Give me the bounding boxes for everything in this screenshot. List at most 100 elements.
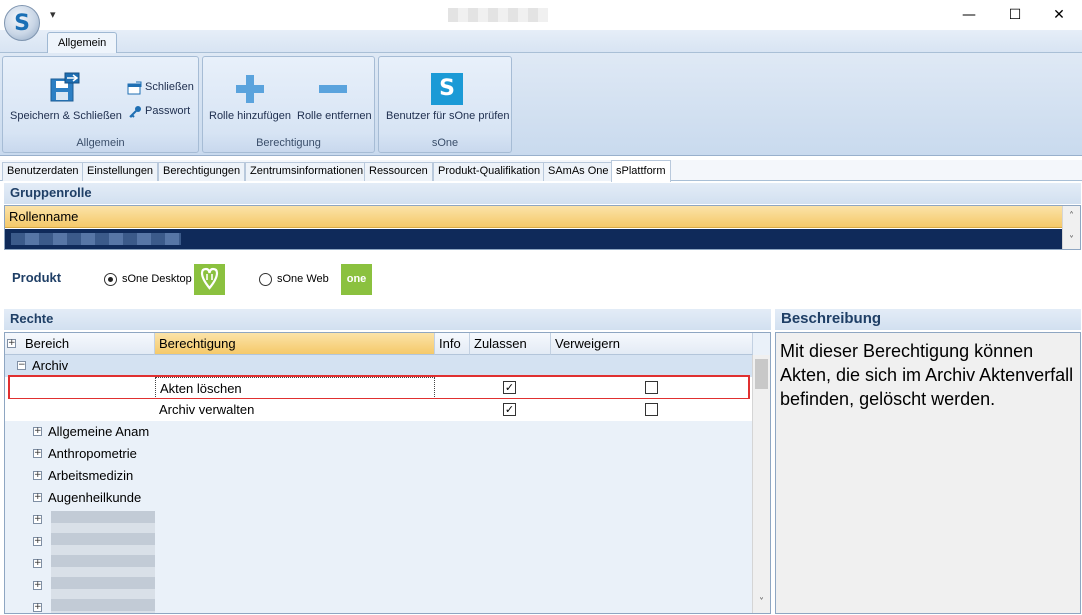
tab-einstellungen[interactable]: Einstellungen xyxy=(82,162,159,181)
app-menu-button[interactable]: S xyxy=(4,5,40,41)
sone-logo-icon: S xyxy=(431,73,463,105)
tab-splattform[interactable]: sPlattform xyxy=(611,160,671,182)
column-berechtigung[interactable]: Berechtigung xyxy=(155,333,435,355)
check-users-sone-button[interactable]: S Benutzer für sOne prüfen xyxy=(383,67,510,129)
collapse-icon[interactable]: − xyxy=(17,361,26,370)
quick-access-dropdown-icon[interactable]: ▾ xyxy=(50,8,56,21)
sone-web-label[interactable]: sOne Web xyxy=(277,273,329,285)
rechte-header: Rechte xyxy=(4,309,771,330)
role-grid-scrollbar[interactable]: ˄ ˅ xyxy=(1062,206,1080,249)
beschreibung-text: Mit dieser Berechtigung können Akten, di… xyxy=(775,332,1081,614)
ribbon-group-label: Allgemein xyxy=(76,137,125,149)
add-role-button[interactable]: Rolle hinzufügen xyxy=(207,67,293,129)
tab-benutzerdaten[interactable]: Benutzerdaten xyxy=(2,162,84,181)
close-form-icon xyxy=(127,81,142,95)
permission-name: Archiv verwalten xyxy=(159,402,255,417)
rechte-tree-grid: + Bereich Berechtigung Info Zulassen Ver… xyxy=(4,332,771,614)
expand-icon[interactable]: + xyxy=(33,427,42,436)
save-close-label: Speichern & Schließen xyxy=(10,110,122,122)
remove-role-label: Rolle entfernen xyxy=(297,110,372,122)
minus-icon xyxy=(319,85,347,93)
column-bereich-label: Bereich xyxy=(25,336,70,351)
maximize-button[interactable]: ☐ xyxy=(992,0,1038,30)
highlight-outline xyxy=(8,375,750,400)
title-bar: S ▾ — ☐ ✕ xyxy=(0,0,1082,41)
column-zulassen[interactable]: Zulassen xyxy=(470,333,551,355)
sone-logo-letter: S xyxy=(439,76,455,101)
tab-berechtigungen[interactable]: Berechtigungen xyxy=(158,162,246,181)
ribbon-group-berechtigung: Rolle hinzufügen Rolle entfernen Berecht… xyxy=(202,56,375,153)
role-grid: Rollenname ˄ ˅ xyxy=(4,205,1081,250)
ribbon-group-label: Berechtigung xyxy=(256,137,321,149)
sone-desktop-label[interactable]: sOne Desktop xyxy=(122,273,192,285)
deny-checkbox[interactable] xyxy=(645,403,658,416)
tree-group-row[interactable]: + Allgemeine Anam xyxy=(5,421,753,443)
tree-group-row[interactable]: + Arbeitsmedizin xyxy=(5,465,753,487)
ribbon-tab-strip: Allgemein xyxy=(0,30,1082,54)
tab-zentrumsinformationen[interactable]: Zentrumsinformationen xyxy=(245,162,369,181)
password-label: Passwort xyxy=(145,105,191,117)
minimize-button[interactable]: — xyxy=(946,0,992,30)
check-users-label: Benutzer für sOne prüfen xyxy=(386,110,510,122)
expand-icon[interactable]: + xyxy=(33,449,42,458)
role-row-selected[interactable] xyxy=(5,229,1063,249)
ribbon-group-allgemein: Speichern & Schließen Schließen Passwort… xyxy=(2,56,199,153)
save-close-button[interactable]: Speichern & Schließen xyxy=(7,67,122,129)
content-tab-strip: Benutzerdaten Einstellungen Berechtigung… xyxy=(0,160,1082,182)
sone-web-logo-icon: one xyxy=(341,264,372,295)
scroll-thumb[interactable] xyxy=(755,359,768,389)
add-role-label: Rolle hinzufügen xyxy=(209,110,291,122)
radio-sone-web[interactable] xyxy=(259,273,272,286)
group-label: Anthropometrie xyxy=(48,446,137,461)
key-icon xyxy=(129,106,141,118)
close-window-button[interactable]: ✕ xyxy=(1036,0,1082,30)
group-label: Allgemeine Anam xyxy=(48,424,150,439)
tree-group-row[interactable]: + Augenheilkunde xyxy=(5,487,753,509)
column-bereich[interactable]: + Bereich xyxy=(5,333,155,355)
beschreibung-header: Beschreibung xyxy=(775,309,1081,330)
expand-icon[interactable]: + xyxy=(33,559,42,568)
scroll-down-icon[interactable]: ˅ xyxy=(753,594,770,611)
role-name-redacted xyxy=(11,233,181,245)
expand-icon[interactable]: + xyxy=(33,581,42,590)
expand-all-icon[interactable]: + xyxy=(7,339,16,348)
remove-role-button[interactable]: Rolle entfernen xyxy=(295,67,372,129)
password-button[interactable]: Passwort xyxy=(125,103,195,121)
sone-web-logo-text: one xyxy=(346,273,367,285)
group-label: Augenheilkunde xyxy=(48,490,142,505)
gruppenrolle-header: Gruppenrolle xyxy=(4,183,1081,204)
tab-ressourcen[interactable]: Ressourcen xyxy=(364,162,433,181)
column-info[interactable]: Info xyxy=(435,333,470,355)
ribbon-group-label: sOne xyxy=(431,137,459,149)
expand-icon[interactable]: + xyxy=(33,493,42,502)
window-title-redacted xyxy=(448,8,548,22)
rollenname-column-header[interactable]: Rollenname xyxy=(5,206,1063,228)
close-label: Schließen xyxy=(145,81,194,93)
ribbon-group-sone: S Benutzer für sOne prüfen sOne xyxy=(378,56,512,153)
group-label: Arbeitsmedizin xyxy=(48,468,134,483)
expand-icon[interactable]: + xyxy=(33,471,42,480)
scroll-down-icon[interactable]: ˅ xyxy=(1063,232,1080,249)
tab-produkt-qualifikation[interactable]: Produkt-Qualifikation xyxy=(433,162,546,181)
sone-desktop-logo-icon xyxy=(194,264,225,295)
ribbon-tab-allgemein[interactable]: Allgemein xyxy=(47,32,118,54)
plus-icon xyxy=(236,75,264,103)
radio-sone-desktop[interactable] xyxy=(104,273,117,286)
tab-samas-one[interactable]: SAmAs One xyxy=(543,162,614,181)
close-button[interactable]: Schließen xyxy=(125,79,195,97)
expand-icon[interactable]: + xyxy=(33,603,42,612)
permission-row[interactable]: Archiv verwalten ✓ xyxy=(5,399,753,421)
allow-checkbox[interactable]: ✓ xyxy=(503,403,516,416)
expand-icon[interactable]: + xyxy=(33,537,42,546)
produkt-label: Produkt xyxy=(12,270,62,285)
rechte-scrollbar[interactable]: ˅ xyxy=(752,355,770,613)
scroll-up-icon[interactable]: ˄ xyxy=(1063,208,1080,225)
ribbon: Speichern & Schließen Schließen Passwort… xyxy=(0,53,1082,156)
redacted-group-names xyxy=(51,511,155,613)
group-label: Archiv xyxy=(32,358,69,373)
save-icon xyxy=(50,72,80,102)
column-verweigern[interactable]: Verweigern xyxy=(551,333,753,355)
expand-icon[interactable]: + xyxy=(33,515,42,524)
tree-group-archiv[interactable]: − Archiv xyxy=(5,355,753,377)
tree-group-row[interactable]: + Anthropometrie xyxy=(5,443,753,465)
